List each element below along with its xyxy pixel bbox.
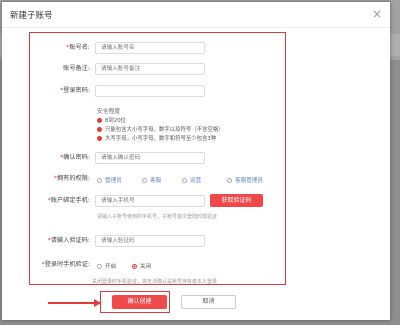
verify-code-input[interactable]	[95, 235, 205, 247]
login-password-row: *登录密码:	[2, 85, 390, 97]
account-note-label: 账号备注:	[63, 65, 90, 72]
account-note-input[interactable]	[95, 63, 205, 75]
login-password-input[interactable]	[95, 85, 205, 97]
login-verify-off-radio[interactable]: 关闭	[132, 262, 151, 270]
checkbox-icon	[227, 177, 232, 183]
confirm-create-button[interactable]: 确认创建	[112, 295, 167, 309]
confirm-password-label: *确认密码:	[60, 154, 90, 161]
login-verify-on-radio[interactable]: 开启	[97, 262, 116, 270]
footer-note: 关闭登录时手机验证，将无法确认是账号持有者本人登录	[92, 279, 218, 285]
confirm-password-row: *确认密码:	[2, 152, 390, 164]
account-name-input[interactable]	[95, 42, 205, 54]
login-password-label: *登录密码:	[60, 87, 90, 94]
annotation-arrow	[48, 302, 100, 304]
get-code-button[interactable]: 获取验证码	[210, 194, 263, 207]
rule-dot-icon	[97, 126, 102, 132]
permission-ops-checkbox[interactable]: 运营	[182, 176, 201, 184]
strength-rule: 8到20位	[97, 116, 126, 124]
login-verify-row: *登录时手机验证: 开启 关闭	[2, 259, 390, 271]
new-subaccount-dialog: 新建子账号 × *账号名: 账号备注: *登录密码: 安全程度 8到20位 只能…	[2, 2, 390, 320]
account-note-row: 账号备注:	[2, 63, 390, 75]
permissions-label: *拥有的权限:	[53, 175, 90, 182]
confirm-password-input[interactable]	[95, 152, 205, 164]
verify-code-row: *请输入验证码:	[2, 235, 390, 247]
phone-row: *账户绑定手机: 获取验证码	[2, 194, 390, 207]
permission-service-admin-checkbox[interactable]: 客服管理员	[227, 176, 263, 184]
phone-input[interactable]	[95, 195, 205, 207]
strength-title: 安全程度	[97, 109, 121, 115]
radio-icon	[97, 263, 102, 269]
permission-service-checkbox[interactable]: 客服	[142, 176, 161, 184]
radio-selected-icon	[132, 263, 137, 269]
permission-admin-checkbox[interactable]: 管理员	[97, 176, 122, 184]
strength-rule: 大写字母，小写字母，数字和符号至少包含3种	[97, 134, 216, 142]
cancel-button[interactable]: 取消	[181, 295, 236, 309]
dialog-header: 新建子账号 ×	[2, 2, 390, 28]
dialog-title: 新建子账号	[10, 11, 53, 21]
phone-label: *账户绑定手机:	[47, 197, 90, 204]
account-name-label: *账号名:	[66, 44, 90, 51]
checkbox-icon	[97, 177, 102, 183]
close-icon[interactable]: ×	[372, 7, 382, 21]
permissions-row: *拥有的权限: 管理员 客服 运营 客服管理员	[2, 173, 390, 185]
login-verify-label: *登录时手机验证:	[41, 261, 91, 268]
annotation-arrow-head	[94, 299, 101, 307]
rule-dot-icon	[97, 117, 102, 123]
account-name-row: *账号名:	[2, 42, 390, 54]
strength-rule: 只能包含大小写字母，数字以及符号（不含空格）	[97, 125, 224, 133]
rule-dot-icon	[97, 135, 102, 141]
checkbox-icon	[142, 177, 147, 183]
verify-code-label: *请输入验证码:	[47, 237, 90, 244]
checkbox-icon	[182, 177, 187, 183]
phone-hint: 请输入子账号使用的手机号，子账号首次登陆时需验证	[97, 214, 218, 220]
